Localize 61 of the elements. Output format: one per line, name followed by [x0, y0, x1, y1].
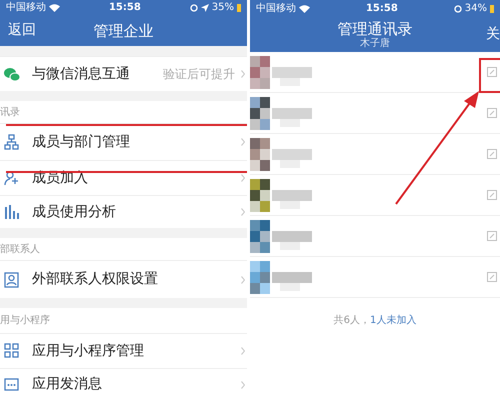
edit-button[interactable] [487, 190, 497, 200]
status-time: 15:58 [366, 2, 398, 16]
add-person-icon [4, 170, 20, 186]
battery-percent: 35% [212, 1, 234, 16]
menu-label: 与微信消息互通 [32, 64, 130, 84]
menu-row[interactable]: 应用与小程序管理 [0, 333, 247, 368]
org-chart-icon [4, 134, 20, 150]
chevron-icon [241, 70, 245, 78]
battery-icon [236, 4, 241, 12]
wifi-icon [49, 4, 60, 12]
menu-row[interactable]: 与微信消息互通 验证后可提升 [0, 56, 247, 91]
member-count: 共6人， [334, 314, 370, 328]
screen-title: 管理通讯录 [338, 20, 412, 38]
battery-icon [490, 4, 494, 12]
bar-chart-icon [4, 204, 20, 220]
battery-percent: 34% [464, 2, 487, 16]
wifi-icon [299, 4, 310, 12]
chevron-icon [241, 276, 245, 284]
menu-label: 应用与小程序管理 [32, 342, 144, 360]
menu-row[interactable]: 成员使用分析 [0, 195, 247, 228]
edit-button[interactable] [487, 108, 497, 118]
menu-row[interactable]: 成员与部门管理 [0, 123, 247, 160]
edit-icon [487, 190, 497, 200]
contact-card-icon [4, 272, 20, 288]
menu-row[interactable]: 应用发消息 [0, 368, 247, 400]
chevron-icon [241, 208, 245, 216]
status-time: 15:58 [108, 1, 141, 16]
carrier-name: 中国移动 [6, 0, 46, 16]
menu-row[interactable]: 外部联系人权限设置 [0, 260, 247, 298]
section-label: 用与小程序 [0, 314, 50, 328]
menu-detail: 验证后可提升 [163, 66, 235, 83]
wechat-icon [4, 66, 20, 82]
chevron-icon [241, 138, 245, 146]
edit-icon [487, 272, 497, 282]
screen-title: 管理企业 [94, 20, 154, 42]
edit-button[interactable] [487, 272, 497, 282]
location-arrow-icon [200, 4, 209, 12]
edit-button[interactable] [487, 67, 497, 77]
section-label: 部联系人 [0, 242, 40, 256]
edit-icon [487, 149, 497, 159]
chevron-icon [241, 174, 245, 182]
edit-button[interactable] [487, 231, 497, 241]
pending-members-link[interactable]: 1人未加入 [370, 313, 416, 328]
carrier-name: 中国移动 [256, 2, 296, 16]
chevron-icon [241, 380, 245, 388]
apps-icon [4, 343, 20, 359]
section-label: 讯录 [0, 106, 20, 120]
menu-label: 应用发消息 [32, 375, 102, 394]
menu-label: 外部联系人权限设置 [32, 270, 158, 289]
back-button[interactable]: 返回 [8, 20, 36, 42]
chevron-icon [241, 347, 245, 355]
edit-icon [487, 231, 497, 241]
menu-label: 成员使用分析 [32, 202, 116, 222]
screen-subtitle: 木子唐 [360, 38, 390, 48]
menu-label: 成员与部门管理 [32, 132, 130, 152]
edit-icon [487, 108, 497, 118]
edit-icon [487, 67, 497, 77]
highlight-box [479, 58, 500, 93]
message-icon [4, 376, 20, 392]
close-button[interactable]: 关 [486, 24, 500, 45]
edit-button[interactable] [487, 149, 497, 159]
